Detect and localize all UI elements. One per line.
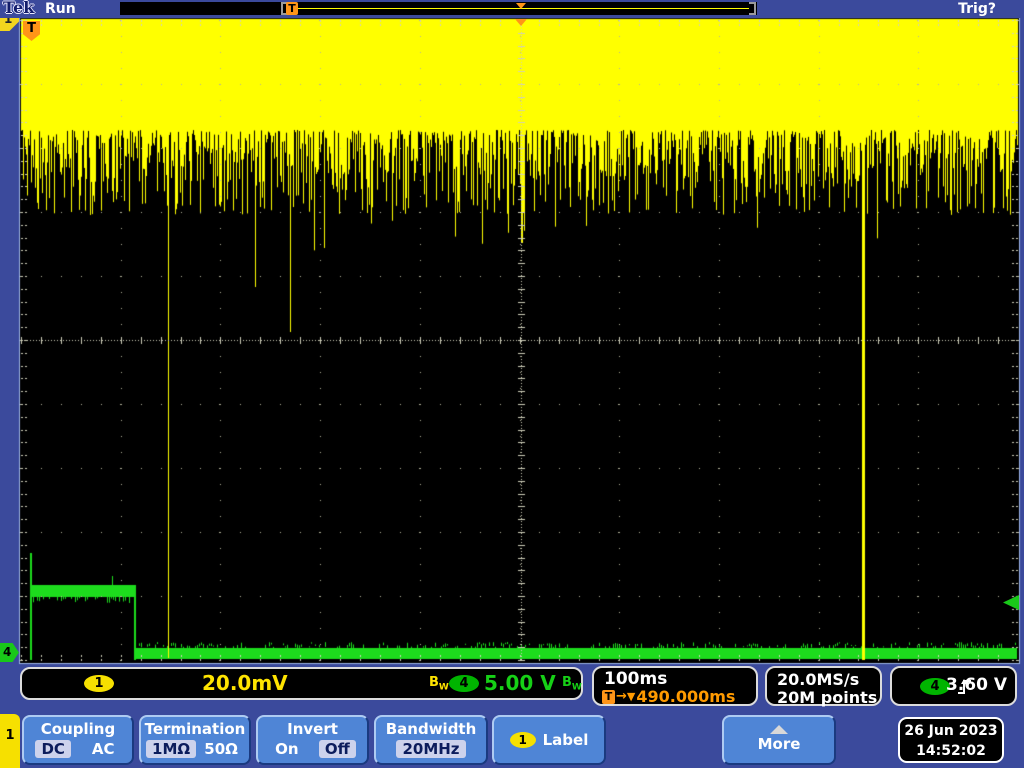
label-button[interactable]: 1 Label [492, 715, 606, 765]
tek-logo: Tek [3, 0, 35, 17]
oscilloscope-screen: 1 T 4 Tek Run T Trig? 1 20.0mV BW 4 5.00… [0, 0, 1024, 768]
ch1-badge: 1 [84, 675, 114, 692]
record-view-trigger-triangle-icon [516, 3, 526, 9]
horizontal-readout-box: 100ms T → ▼ 490.000ms [592, 666, 758, 706]
ch1-scale-readout: 20.0mV [202, 671, 288, 695]
coupling-title: Coupling [40, 720, 116, 738]
termination-button[interactable]: Termination 1MΩ 50Ω [139, 715, 251, 765]
trigger-delay-value: 490.000ms [636, 687, 736, 706]
ch4-bandwidth-limit-icon: BW [562, 675, 582, 693]
date-text: 26 Jun 2023 [904, 723, 998, 739]
horizontal-scale-readout: 100ms [604, 669, 668, 689]
triangle-down-icon: ▼ [626, 690, 636, 703]
coupling-option-dc[interactable]: DC [35, 740, 71, 758]
more-button-text: More [757, 735, 801, 753]
softkey-menu: 1 Coupling DC AC Termination 1MΩ 50Ω Inv… [0, 712, 1024, 768]
waveform-display [0, 0, 1024, 768]
record-length-readout: 20M points [777, 688, 878, 707]
sample-rate-readout: 20.0MS/s [777, 670, 860, 689]
acquisition-status: Run [45, 1, 76, 17]
time-text: 14:52:02 [916, 743, 986, 759]
invert-title: Invert [287, 720, 338, 738]
label-button-text: Label [542, 731, 589, 749]
trigger-level-readout: 3.60 V [945, 675, 1007, 695]
ch4-badge: 4 [449, 675, 479, 692]
invert-option-off[interactable]: Off [318, 740, 356, 758]
trigger-status: Trig? [958, 1, 996, 17]
ch1-bandwidth-limit-icon: BW [429, 675, 449, 693]
termination-title: Termination [144, 720, 246, 738]
record-view-bar: T [120, 2, 757, 15]
arrow-right-icon: → [616, 689, 627, 704]
label-ch1-badge: 1 [509, 732, 536, 748]
trigger-t-icon: T [602, 689, 615, 704]
bandwidth-option-20mhz[interactable]: 20MHz [396, 740, 466, 758]
more-up-icon [770, 725, 788, 734]
invert-option-on[interactable]: On [269, 740, 304, 758]
bandwidth-button[interactable]: Bandwidth 20MHz [374, 715, 488, 765]
record-view-trigger-marker: T [286, 2, 298, 15]
coupling-button[interactable]: Coupling DC AC [22, 715, 134, 765]
more-button[interactable]: More [722, 715, 836, 765]
trigger-position-triangle-icon [515, 19, 527, 26]
menu-channel-tab[interactable]: 1 [0, 714, 20, 768]
termination-option-1mohm[interactable]: 1MΩ [146, 740, 197, 758]
bandwidth-title: Bandwidth [385, 720, 477, 738]
invert-button[interactable]: Invert On Off [256, 715, 369, 765]
trigger-delay-readout: T → ▼ 490.000ms [602, 687, 735, 706]
termination-option-50ohm[interactable]: 50Ω [198, 740, 244, 758]
acquisition-readout-box: 20.0MS/s 20M points [765, 666, 882, 707]
status-bar: Tek Run T Trig? [0, 0, 1024, 18]
trigger-readout-box: 4 3.60 V [890, 666, 1017, 706]
ch4-scale-readout: 5.00 V [484, 671, 556, 695]
datetime-display: 26 Jun 2023 14:52:02 [898, 717, 1004, 763]
coupling-option-ac[interactable]: AC [86, 740, 121, 758]
channel-readouts-box: 1 20.0mV BW 4 5.00 V BW [20, 667, 583, 700]
record-view-right-bracket-icon [749, 2, 756, 15]
